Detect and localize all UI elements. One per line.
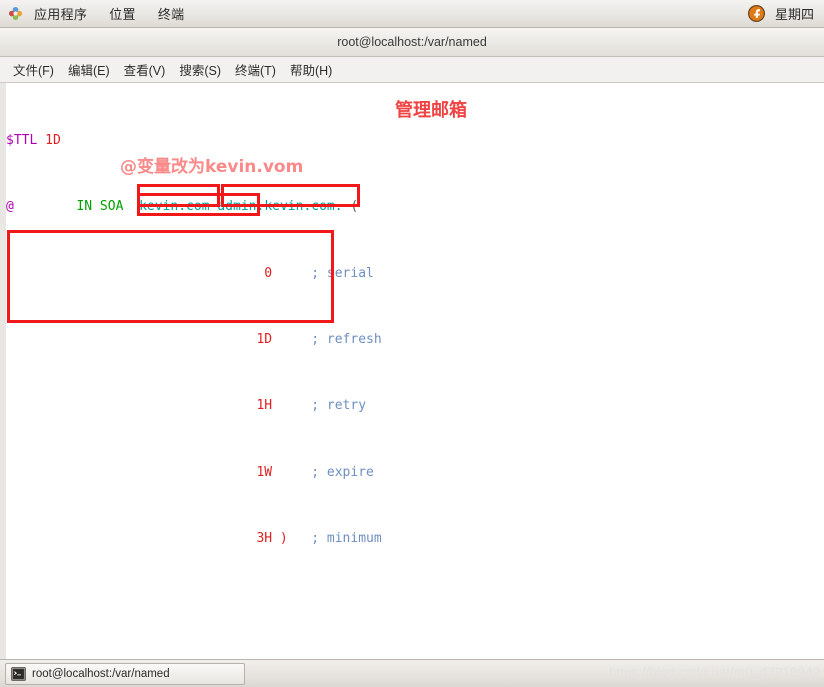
sp bbox=[6, 332, 256, 347]
vim-line-refresh: 1D ; refresh bbox=[6, 331, 382, 349]
vim-line-blank bbox=[6, 597, 382, 614]
menu-terminal[interactable]: 终端(T) bbox=[228, 58, 283, 81]
applications-pinwheel-icon-svg bbox=[8, 6, 23, 21]
vim-line-retry: 1H ; retry bbox=[6, 398, 382, 415]
sp bbox=[272, 332, 311, 347]
ttl-value: 1D bbox=[45, 132, 61, 148]
soa-primary-ns: kevin.com bbox=[139, 199, 210, 215]
screen: 应用程序 位置 终端 星期四 root@localhost:/var/named… bbox=[0, 0, 824, 687]
window-title: root@localhost:/var/named bbox=[337, 35, 487, 49]
terminal-icon bbox=[11, 666, 26, 681]
soa-type: IN SOA bbox=[76, 199, 124, 215]
soa-minimum-value: 3H ) bbox=[256, 531, 288, 547]
admin-mailbox-note: 管理邮箱 bbox=[395, 100, 467, 121]
soa-minimum-comment: ; minimum bbox=[311, 531, 382, 547]
vim-line-soa: @ IN SOA kevin.com admin.kevin.com. ( bbox=[6, 199, 382, 216]
panel-menu-terminal[interactable]: 终端 bbox=[147, 4, 196, 23]
panel-status-group: 星期四 bbox=[747, 4, 824, 23]
panel-menu-group: 应用程序 位置 终端 bbox=[0, 4, 195, 23]
menu-edit[interactable]: 编辑(E) bbox=[61, 58, 117, 81]
panel-clock[interactable]: 星期四 bbox=[766, 4, 814, 23]
sp bbox=[123, 199, 139, 214]
sp bbox=[272, 398, 311, 413]
blog-watermark: https://blog.csdn.net/m0_47219942 bbox=[609, 665, 820, 680]
sp bbox=[37, 133, 45, 148]
ttl-directive: $TTL bbox=[6, 132, 38, 148]
menu-help[interactable]: 帮助(H) bbox=[283, 58, 339, 81]
sp bbox=[6, 465, 256, 480]
taskbar-window-label: root@localhost:/var/named bbox=[32, 667, 170, 680]
vim-line-expire: 1W ; expire bbox=[6, 465, 382, 482]
terminal-window: root@localhost:/var/named 文件(F) 编辑(E) 查看… bbox=[0, 28, 824, 659]
vim-line-serial: 0 ; serial bbox=[6, 266, 382, 283]
sp bbox=[14, 199, 77, 214]
taskbar-window-button[interactable]: root@localhost:/var/named bbox=[5, 662, 245, 685]
menu-view[interactable]: 查看(V) bbox=[117, 58, 173, 81]
soa-refresh-value: 1D bbox=[256, 331, 273, 347]
vim-line-ttl: $TTL 1D bbox=[6, 133, 382, 150]
soa-serial-comment: ; serial bbox=[311, 265, 374, 281]
sp bbox=[288, 531, 311, 546]
terminal-screen[interactable]: $TTL 1D @ IN SOA kevin.com admin.kevin.c… bbox=[0, 83, 824, 659]
soa-serial-value: 0 bbox=[264, 265, 273, 281]
sp bbox=[6, 531, 256, 546]
window-title-bar[interactable]: root@localhost:/var/named bbox=[0, 28, 824, 57]
menu-file[interactable]: 文件(F) bbox=[6, 58, 61, 81]
sp bbox=[6, 266, 264, 281]
soa-expire-value: 1W bbox=[256, 464, 273, 480]
terminal-menu-bar: 文件(F) 编辑(E) 查看(V) 搜索(S) 终端(T) 帮助(H) bbox=[0, 57, 824, 83]
soa-at-symbol: @ bbox=[6, 199, 14, 215]
soa-retry-value: 1H bbox=[256, 398, 273, 414]
sp bbox=[272, 465, 311, 480]
gnome-top-panel: 应用程序 位置 终端 星期四 bbox=[0, 0, 824, 28]
terminal-icon-svg bbox=[11, 666, 26, 681]
fedora-logo-icon-svg bbox=[747, 4, 766, 23]
soa-expire-comment: ; expire bbox=[311, 464, 374, 480]
fedora-logo-icon[interactable] bbox=[747, 4, 766, 23]
vim-line-minimum: 3H ) ; minimum bbox=[6, 531, 382, 548]
gnome-taskbar: root@localhost:/var/named https://blog.c… bbox=[0, 659, 824, 687]
menu-search[interactable]: 搜索(S) bbox=[172, 58, 228, 81]
panel-menu-places[interactable]: 位置 bbox=[98, 4, 147, 23]
sp bbox=[272, 266, 311, 281]
at-variable-note: @变量改为kevin.vom bbox=[120, 157, 304, 177]
applications-pinwheel-icon[interactable] bbox=[8, 6, 23, 21]
panel-menu-applications[interactable]: 应用程序 bbox=[23, 4, 98, 23]
soa-refresh-comment: ; refresh bbox=[311, 331, 382, 347]
sp bbox=[6, 398, 256, 413]
soa-admin-email: admin.kevin.com. bbox=[217, 199, 343, 215]
soa-open-paren: ( bbox=[350, 199, 359, 215]
soa-retry-comment: ; retry bbox=[311, 398, 367, 414]
